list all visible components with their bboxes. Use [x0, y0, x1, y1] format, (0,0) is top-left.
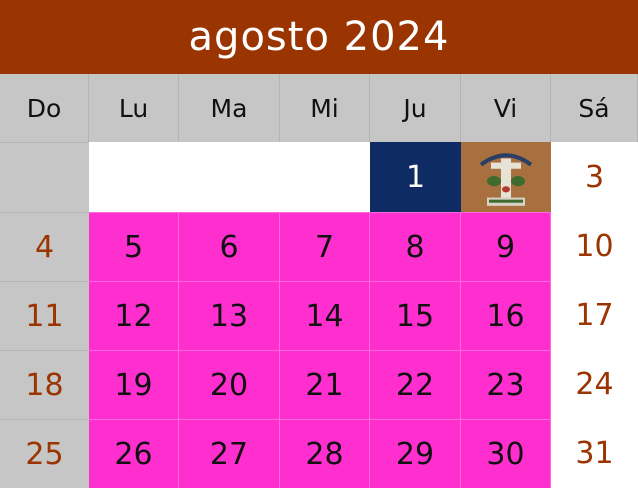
day-cell-22[interactable]: 22 — [370, 350, 461, 419]
day-cell-8[interactable]: 8 — [370, 212, 461, 281]
day-cell-16[interactable]: 16 — [461, 281, 551, 350]
day-cell-6[interactable]: 6 — [179, 212, 280, 281]
day-cell-25[interactable]: 25 — [0, 419, 89, 488]
weekday-header-sa: Sá — [551, 74, 638, 142]
day-cell-10[interactable]: 10 — [551, 212, 638, 281]
day-cell-12[interactable]: 12 — [89, 281, 179, 350]
day-cell-empty — [0, 142, 89, 212]
day-cell-empty — [280, 142, 370, 212]
day-cell-1[interactable]: 1 — [370, 142, 461, 212]
weekday-header-do: Do — [0, 74, 89, 142]
day-cell-4[interactable]: 4 — [0, 212, 89, 281]
day-cell-9[interactable]: 9 — [461, 212, 551, 281]
day-cell-27[interactable]: 27 — [179, 419, 280, 488]
day-cell-30[interactable]: 30 — [461, 419, 551, 488]
day-cell-empty — [89, 142, 179, 212]
day-cell-14[interactable]: 14 — [280, 281, 370, 350]
day-cell-20[interactable]: 20 — [179, 350, 280, 419]
day-cell-11[interactable]: 11 — [0, 281, 89, 350]
day-cell-24[interactable]: 24 — [551, 350, 638, 419]
weekday-header-ma: Ma — [179, 74, 280, 142]
day-cell-7[interactable]: 7 — [280, 212, 370, 281]
weekday-header-lu: Lu — [89, 74, 179, 142]
day-cell-28[interactable]: 28 — [280, 419, 370, 488]
day-cell-3[interactable]: 3 — [551, 142, 638, 212]
day-cell-21[interactable]: 21 — [280, 350, 370, 419]
weekday-header-vi: Vi — [461, 74, 551, 142]
day-cell-5[interactable]: 5 — [89, 212, 179, 281]
calendar-grid: Do Lu Ma Mi Ju Vi Sá 1 3 4 5 6 7 8 9 10 … — [0, 74, 638, 488]
emblem-icon — [461, 142, 551, 212]
day-cell-26[interactable]: 26 — [89, 419, 179, 488]
day-cell-23[interactable]: 23 — [461, 350, 551, 419]
day-cell-15[interactable]: 15 — [370, 281, 461, 350]
weekday-header-ju: Ju — [370, 74, 461, 142]
day-cell-13[interactable]: 13 — [179, 281, 280, 350]
day-cell-17[interactable]: 17 — [551, 281, 638, 350]
month-title: agosto 2024 — [0, 0, 638, 74]
calendar: agosto 2024 Do Lu Ma Mi Ju Vi Sá 1 3 4 5… — [0, 0, 638, 488]
day-cell-29[interactable]: 29 — [370, 419, 461, 488]
day-cell-empty — [179, 142, 280, 212]
day-cell-18[interactable]: 18 — [0, 350, 89, 419]
day-cell-2[interactable] — [461, 142, 551, 212]
day-cell-31[interactable]: 31 — [551, 419, 638, 488]
day-cell-19[interactable]: 19 — [89, 350, 179, 419]
weekday-header-mi: Mi — [280, 74, 370, 142]
